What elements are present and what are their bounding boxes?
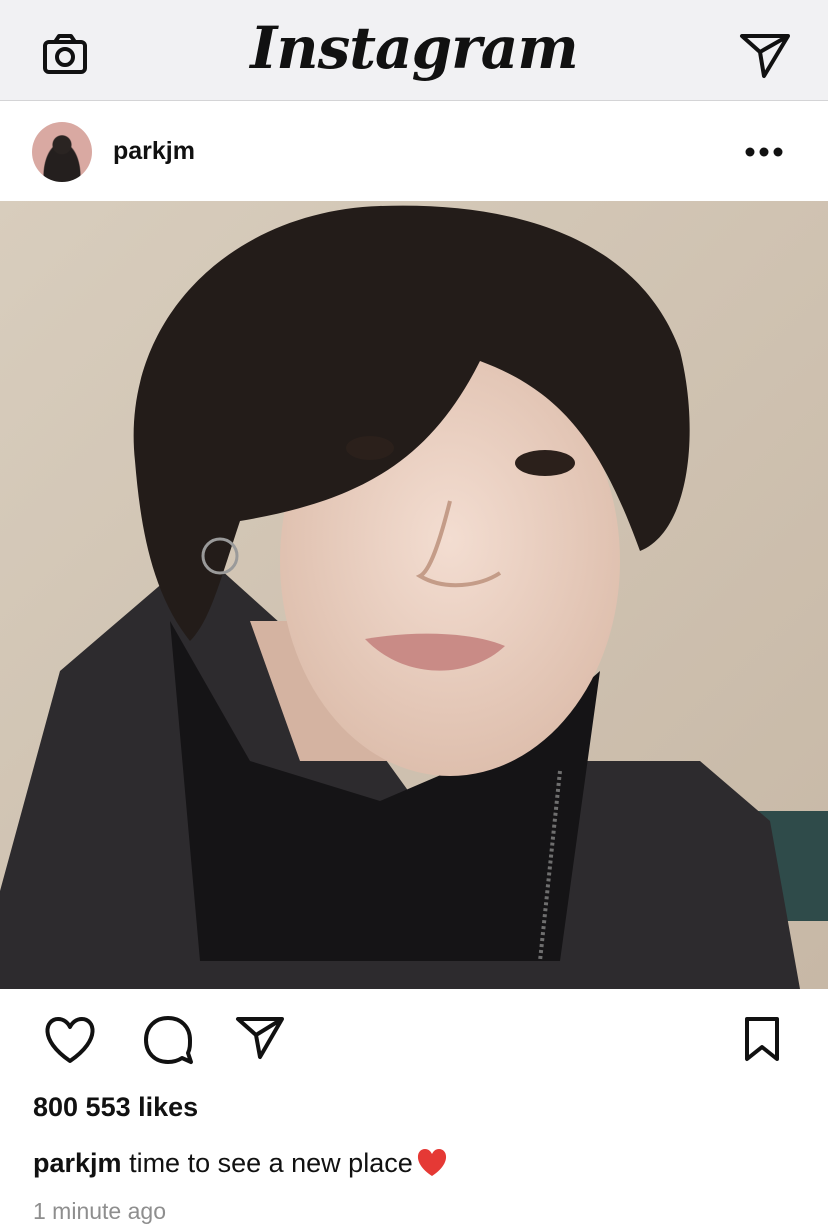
selfie-photo	[0, 201, 828, 989]
likes-count[interactable]: 800 553 likes	[33, 1092, 198, 1123]
top-navigation-bar: Instagram	[0, 0, 828, 101]
comment-icon[interactable]	[141, 1013, 195, 1067]
app-logo: Instagram	[250, 14, 578, 82]
post-caption: parkjm time to see a new place	[33, 1146, 449, 1179]
avatar[interactable]	[32, 122, 92, 182]
caption-username[interactable]: parkjm	[33, 1148, 122, 1178]
post-username[interactable]: parkjm	[113, 137, 195, 166]
share-icon[interactable]	[234, 1015, 286, 1061]
red-heart-emoji	[417, 1149, 446, 1176]
post-actions	[0, 989, 828, 1084]
direct-message-icon[interactable]	[736, 28, 794, 82]
more-options-icon[interactable]	[742, 142, 786, 162]
bookmark-icon[interactable]	[742, 1015, 782, 1063]
heart-icon[interactable]	[42, 1015, 98, 1065]
caption-text: time to see a new place	[129, 1148, 413, 1178]
post-header: parkjm	[0, 101, 828, 201]
post-timestamp: 1 minute ago	[33, 1198, 166, 1224]
post-photo[interactable]	[0, 201, 828, 989]
